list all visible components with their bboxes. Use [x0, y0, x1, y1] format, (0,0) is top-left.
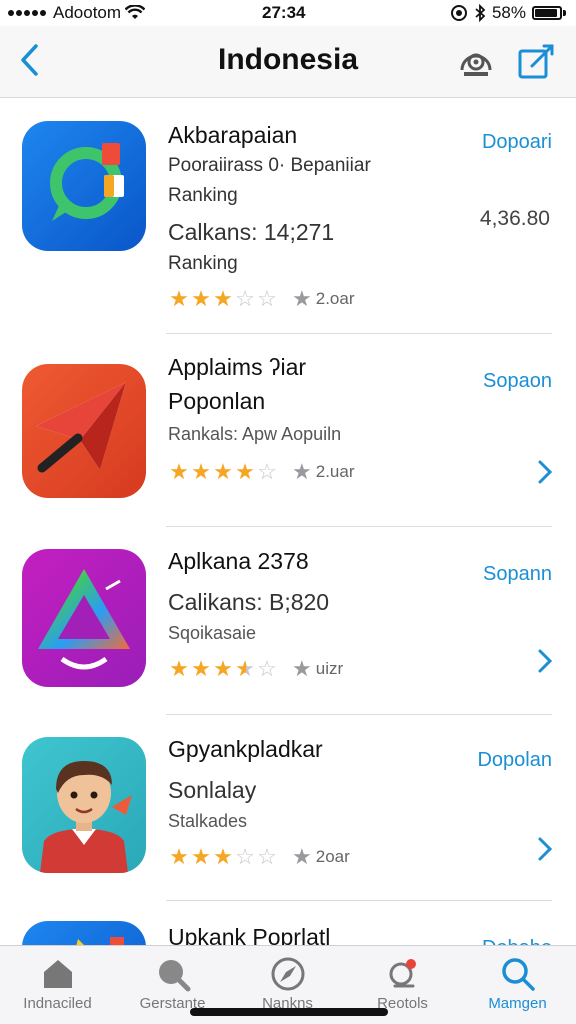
profile-icon[interactable]: [456, 42, 496, 82]
star-rating: ★ ★ ★ ★ ☆ ★ 2.uar: [168, 458, 458, 486]
navigation-bar: Indonesia: [0, 26, 576, 98]
get-button[interactable]: Dopolan: [477, 749, 552, 772]
signal-icon: [8, 10, 46, 16]
app-ranking-label: Ranking: [168, 253, 238, 274]
app-info: Aplkana 2378 Calikans: B;820 Sqoikasaie …: [168, 545, 458, 683]
star-full-icon: ★: [235, 459, 255, 484]
home-indicator: [190, 1008, 388, 1016]
compass-icon: [271, 957, 304, 991]
star-full-icon: ★: [191, 286, 211, 311]
app-name: Applaims ʔiar: [168, 354, 307, 380]
status-left: Adootom: [8, 3, 146, 23]
star-full-icon: ★: [213, 656, 233, 681]
star-full-icon: ★: [169, 286, 189, 311]
chevron-right-icon[interactable]: [536, 647, 554, 675]
star-full-icon: ★: [169, 459, 189, 484]
star-gray-icon: ★: [292, 459, 312, 484]
tab-label: Indnaciled: [23, 995, 92, 1012]
star-full-icon: ★: [213, 844, 233, 869]
wifi-icon: [125, 5, 146, 19]
lock-rotation-icon: [450, 5, 467, 21]
blue-app-icon[interactable]: [22, 921, 146, 945]
star-full-icon: ★: [191, 656, 211, 681]
list-item[interactable]: Akbarapaian Pooraiirass 0· Bepaniiar Ran…: [0, 99, 576, 334]
status-bar: Adootom 27:34 58%: [0, 0, 576, 26]
rating-count: 2.uar: [315, 462, 355, 481]
rating-count: uizr: [315, 659, 344, 678]
app-subtitle: Pooraiirass 0· Bepaniiar: [168, 155, 371, 176]
chevron-right-icon[interactable]: [536, 458, 554, 486]
star-rating: ★ ★ ★ ☆ ☆ ★ 2.oar: [168, 285, 458, 313]
green-chat-icon[interactable]: [22, 121, 146, 251]
app-ranking-label: Rankals: Apw Aopuiln: [168, 424, 342, 444]
app-category: Sqoikasaie: [168, 623, 257, 643]
app-ranking-list: Akbarapaian Pooraiirass 0· Bepaniiar Ran…: [0, 99, 576, 945]
star-full-icon: ★: [169, 656, 189, 681]
app-downloads: Calkans: 14;271: [168, 219, 335, 245]
battery-percent: 58%: [491, 3, 526, 22]
star-empty-icon: ☆: [257, 286, 277, 311]
app-price: 4,36.80: [479, 207, 550, 230]
star-gray-icon: ★: [292, 286, 312, 311]
cartoon-boy-icon[interactable]: [22, 737, 146, 873]
star-rating: ★ ★ ★ ☆ ☆ ★ 2oar: [168, 843, 458, 871]
rating-count: 2.oar: [315, 289, 355, 308]
star-gray-icon: ★: [292, 656, 312, 681]
get-button[interactable]: Sopaon: [483, 370, 552, 393]
tab-label: Mamgen: [488, 995, 547, 1012]
app-name-line2: Poponlan: [168, 388, 266, 414]
rainbow-triangle-icon[interactable]: [22, 549, 146, 687]
star-full-icon: ★: [191, 459, 211, 484]
app-info: Applaims ʔiar Poponlan Rankals: Apw Aopu…: [168, 350, 458, 486]
app-category: Stalkades: [168, 811, 248, 831]
app-name: Aplkana 2378: [168, 548, 309, 574]
app-info: Upkank Poprlatl: [168, 921, 458, 945]
list-item[interactable]: Aplkana 2378 Calikans: B;820 Sqoikasaie …: [0, 527, 576, 715]
app-info: Gpyankpladkar Sonlalay Stalkades ★ ★ ★ ☆…: [168, 733, 458, 871]
tab-search[interactable]: Mamgen: [460, 946, 575, 1024]
star-empty-icon: ☆: [257, 844, 277, 869]
app-category: Ranking: [168, 185, 238, 206]
get-button[interactable]: Dopoari: [482, 131, 552, 154]
compose-icon[interactable]: [516, 42, 556, 82]
star-full-icon: ★: [191, 844, 211, 869]
bluetooth-icon: [475, 4, 486, 22]
battery-icon: [532, 6, 562, 20]
rating-count: 2oar: [315, 847, 350, 866]
star-full-icon: ★: [213, 459, 233, 484]
star-full-icon: ★: [169, 844, 189, 869]
star-gray-icon: ★: [292, 844, 312, 869]
app-name: Gpyankpladkar: [168, 736, 323, 762]
home-icon: [43, 960, 72, 988]
notifications-icon: [389, 959, 416, 988]
app-subtitle: Sonlalay: [168, 777, 257, 803]
get-button[interactable]: Sopann: [483, 563, 552, 586]
app-downloads: Calikans: B;820: [168, 589, 330, 615]
star-empty-icon: ☆: [257, 459, 277, 484]
list-item[interactable]: Gpyankpladkar Sonlalay Stalkades ★ ★ ★ ☆…: [0, 715, 576, 901]
battery-tip: [563, 10, 566, 16]
star-empty-icon: ☆: [235, 844, 255, 869]
app-info: Akbarapaian Pooraiirass 0· Bepaniiar Ran…: [168, 119, 458, 313]
star-empty-icon: ☆: [235, 286, 255, 311]
star-rating: ★ ★ ★ ★ ☆ ★ uizr: [168, 655, 458, 683]
app-name: Akbarapaian: [168, 122, 298, 148]
star-full-icon: ★: [213, 286, 233, 311]
list-item[interactable]: Upkank Poprlatl Dobabo: [0, 901, 576, 945]
app-name: Upkank Poprlatl: [168, 924, 331, 945]
star-empty-icon: ☆: [257, 656, 277, 681]
list-item[interactable]: Applaims ʔiar Poponlan Rankals: Apw Aopu…: [0, 334, 576, 527]
status-time: 27:34: [262, 3, 306, 22]
search-icon: [501, 958, 535, 991]
chevron-right-icon[interactable]: [536, 835, 554, 863]
carrier-name: Adootom: [53, 3, 122, 22]
star-half-icon: ★: [235, 656, 255, 681]
status-right: 58%: [450, 3, 566, 23]
search-globe-icon: [158, 960, 190, 992]
get-button[interactable]: Dobabo: [482, 937, 552, 945]
tab-home[interactable]: Indnaciled: [0, 946, 115, 1024]
paper-plane-icon[interactable]: [22, 364, 146, 498]
